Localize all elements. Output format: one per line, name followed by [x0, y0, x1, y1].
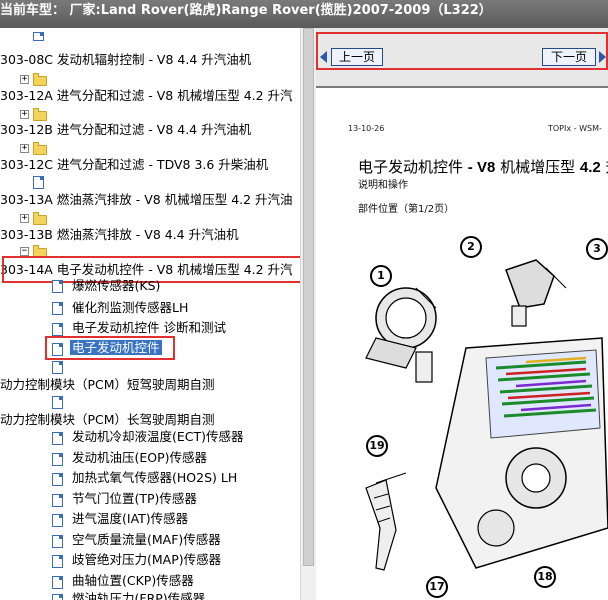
title-number: 4.2 [579, 159, 601, 176]
tree-leaf-label: 电子发动机控件 诊断和测试 [72, 320, 226, 335]
tree-node-label: 303-13A 燃油蒸汽排放 - V8 机械增压型 4.2 升汽油 [0, 192, 293, 207]
document-title: 电子发动机控件 - V8 机械增压型 4.2 升汽 [358, 156, 608, 177]
tree-node-label: 303-12A 进气分配和过滤 - V8 机械增压型 4.2 升汽 [0, 88, 293, 103]
doc-icon [52, 280, 63, 293]
tree-node-303-12c[interactable]: 303-12C 进气分配和过滤 - TDV8 3.6 升柴油机 [0, 155, 268, 175]
doc-icon [52, 323, 63, 336]
doc-icon [52, 594, 63, 600]
tree-node-303-13a[interactable]: 303-13A 燃油蒸汽排放 - V8 机械增压型 4.2 升汽油 [0, 190, 293, 210]
tree-leaf-label: 空气质量流量(MAF)传感器 [72, 532, 221, 547]
expand-icon[interactable]: + [20, 144, 29, 153]
doc-icon [52, 535, 63, 548]
callout-3: 3 [586, 238, 608, 260]
tree-leaf-sensor[interactable]: 发动机油压(EOP)传感器 [72, 448, 207, 468]
document-location: 部件位置（第1/2页） [358, 204, 455, 215]
title-prefix: 电子发动机控件 [358, 158, 464, 176]
engine-diagram [365, 259, 608, 571]
tree-leaf-diagnostics[interactable]: 电子发动机控件 诊断和测试 [72, 318, 226, 338]
tree-leaf-label: 催化剂监测传感器LH [72, 300, 189, 315]
tree-node-label: 动力控制模块（PCM）短驾驶周期自测 [0, 377, 215, 392]
tree-leaf-label: 歧管绝对压力(MAP)传感器 [72, 552, 222, 567]
doc-icon [52, 473, 63, 486]
tree-view[interactable]: 303-08C 发动机辐射控制 - V8 4.4 升汽油机 + 303-12A … [0, 28, 300, 600]
doc-icon [52, 432, 63, 445]
expand-icon[interactable]: + [20, 75, 29, 84]
tree-leaf-sensor[interactable]: 歧管绝对压力(MAP)传感器 [72, 550, 221, 570]
document-viewer: 上一页 下一页 13-10-26 TOPIx - WSM- 电子发动机控件 - … [316, 28, 608, 600]
tree-leaf-label: 进气温度(IAT)传感器 [72, 511, 189, 526]
folder-icon [33, 142, 47, 155]
tree-leaf-sensor[interactable]: 节气门位置(TP)传感器 [72, 489, 197, 509]
tree-leaf-label: 燃油轨压力(FRP)传感器 [72, 591, 206, 600]
callout-18: 18 [534, 566, 556, 588]
tree-leaf-sensor[interactable]: 加热式氧气传感器(HO2S) LH [72, 468, 237, 488]
tree-leaf-label: 发动机冷却液温度(ECT)传感器 [72, 429, 244, 444]
window-titlebar: 当前车型： 厂家:Land Rover(路虎)Range Rover(揽胜)20… [0, 0, 608, 28]
callout-17: 17 [426, 576, 448, 598]
highlight-box-nav [316, 32, 608, 70]
callout-1: 1 [370, 265, 392, 287]
folder-icon [33, 212, 47, 225]
tree-leaf-sensor[interactable]: 发动机冷却液温度(ECT)传感器 [72, 427, 244, 447]
tree-node-303-12b[interactable]: 303-12B 进气分配和过滤 - V8 4.4 升汽油机 [0, 120, 251, 140]
tree-node-label: 303-12B 进气分配和过滤 - V8 4.4 升汽油机 [0, 122, 252, 137]
tree-node-303-08c[interactable]: 303-08C 发动机辐射控制 - V8 4.4 升汽油机 [0, 50, 251, 70]
document-subtitle: 说明和操作 [358, 180, 408, 191]
expand-icon[interactable]: + [20, 110, 29, 119]
tree-node-303-12a[interactable]: 303-12A 进气分配和过滤 - V8 机械增压型 4.2 升汽 [0, 86, 293, 106]
doc-icon [33, 176, 44, 189]
tree-leaf-catalyst[interactable]: 催化剂监测传感器LH [72, 298, 188, 318]
callout-2: 2 [460, 236, 482, 258]
tree-leaf-label: 爆燃传感器(KS) [72, 278, 161, 293]
tree-node-label: 303-08C 发动机辐射控制 - V8 4.4 升汽油机 [0, 52, 252, 67]
tree-leaf-label: 曲轴位置(CKP)传感器 [72, 573, 194, 588]
doc-icon [52, 453, 63, 466]
tree-leaf-label: 加热式氧气传感器(HO2S) LH [72, 470, 238, 485]
doc-icon [52, 302, 63, 315]
tree-leaf-sensor[interactable]: 燃油轨压力(FRP)传感器 [72, 589, 205, 600]
window-title: 当前车型： 厂家:Land Rover(路虎)Range Rover(揽胜)20… [0, 3, 492, 18]
tree-leaf-label: 发动机油压(EOP)传感器 [72, 450, 208, 465]
tree-leaf-sensor[interactable]: 进气温度(IAT)传感器 [72, 509, 188, 529]
tree-scrollbar[interactable] [300, 28, 316, 600]
scrollbar-thumb[interactable] [303, 28, 314, 566]
tree-node-label: 303-12C 进气分配和过滤 - TDV8 3.6 升柴油机 [0, 157, 269, 172]
folder-icon [33, 73, 47, 86]
tree-node-303-13b[interactable]: 303-13B 燃油蒸汽排放 - V8 4.4 升汽油机 [0, 225, 239, 245]
doc-icon [52, 555, 63, 568]
tree-leaf-sensor[interactable]: 空气质量流量(MAF)传感器 [72, 530, 221, 550]
title-bold: - V8 [467, 159, 496, 176]
doc-icon [52, 576, 63, 589]
expand-icon[interactable]: + [20, 214, 29, 223]
tree-leaf-sensor[interactable]: 曲轴位置(CKP)传感器 [72, 571, 194, 591]
doc-icon [52, 361, 63, 374]
tree-leaf-label: 节气门位置(TP)传感器 [72, 491, 197, 506]
tree-node-label: 303-13B 燃油蒸汽排放 - V8 4.4 升汽油机 [0, 227, 239, 242]
title-suffix: 机械增压型 [500, 158, 576, 176]
collapse-icon[interactable]: − [20, 247, 29, 256]
page-code: 13-10-26 [348, 124, 385, 133]
page-source: TOPIx - WSM- [548, 124, 602, 133]
doc-icon [52, 494, 63, 507]
callout-19: 19 [366, 435, 388, 457]
tree-node-pcm-short[interactable]: 动力控制模块（PCM）短驾驶周期自测 [0, 375, 215, 395]
doc-icon [52, 396, 63, 409]
tree-node-label: 动力控制模块（PCM）长驾驶周期自测 [0, 412, 215, 427]
doc-icon [33, 32, 44, 41]
tree-leaf-ks[interactable]: 爆燃传感器(KS) [72, 276, 160, 296]
highlight-box-selected [45, 336, 175, 360]
doc-icon [52, 514, 63, 527]
